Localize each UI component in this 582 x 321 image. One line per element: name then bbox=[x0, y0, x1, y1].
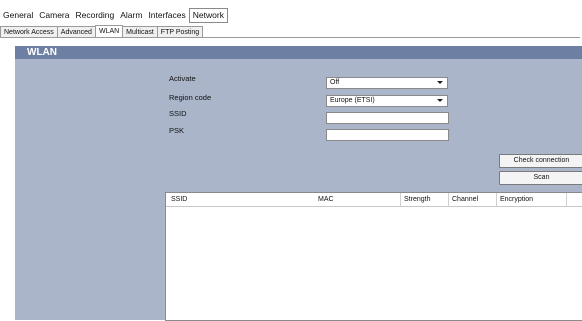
column-divider bbox=[400, 193, 401, 206]
psk-label: PSK bbox=[169, 126, 185, 135]
section-header: WLAN bbox=[15, 46, 582, 59]
wlan-scan-table: SSID MAC Strength Channel Encryption bbox=[165, 192, 582, 321]
psk-input[interactable] bbox=[326, 129, 449, 141]
section-title: WLAN bbox=[27, 47, 57, 58]
column-divider bbox=[496, 193, 497, 206]
activate-value: Off bbox=[330, 79, 340, 86]
menu-camera[interactable]: Camera bbox=[36, 9, 72, 22]
menu-network[interactable]: Network bbox=[188, 7, 228, 23]
chevron-down-icon bbox=[437, 81, 443, 84]
activate-select[interactable]: Off bbox=[326, 77, 448, 89]
region-code-label: Region code bbox=[169, 93, 212, 102]
column-channel[interactable]: Channel bbox=[452, 193, 478, 206]
chevron-down-icon bbox=[437, 99, 443, 102]
region-code-value: Europe (ETSI) bbox=[330, 97, 375, 104]
menu-recording[interactable]: Recording bbox=[72, 9, 117, 22]
column-ssid[interactable]: SSID bbox=[171, 193, 187, 206]
column-mac[interactable]: MAC bbox=[318, 193, 334, 206]
ssid-input[interactable] bbox=[326, 112, 449, 124]
table-header: SSID MAC Strength Channel Encryption bbox=[166, 193, 582, 207]
column-divider bbox=[448, 193, 449, 206]
column-strength[interactable]: Strength bbox=[404, 193, 430, 206]
column-encryption[interactable]: Encryption bbox=[500, 193, 533, 206]
scan-button[interactable]: Scan bbox=[499, 171, 582, 185]
check-connection-button[interactable]: Check connection bbox=[499, 154, 582, 168]
region-code-select[interactable]: Europe (ETSI) bbox=[326, 95, 448, 107]
column-divider bbox=[566, 193, 567, 206]
main-menu: General Camera Recording Alarm Interface… bbox=[0, 7, 228, 23]
ssid-label: SSID bbox=[169, 109, 187, 118]
activate-label: Activate bbox=[169, 74, 196, 83]
menu-interfaces[interactable]: Interfaces bbox=[145, 9, 188, 22]
menu-alarm[interactable]: Alarm bbox=[117, 9, 145, 22]
menu-general[interactable]: General bbox=[0, 9, 36, 22]
